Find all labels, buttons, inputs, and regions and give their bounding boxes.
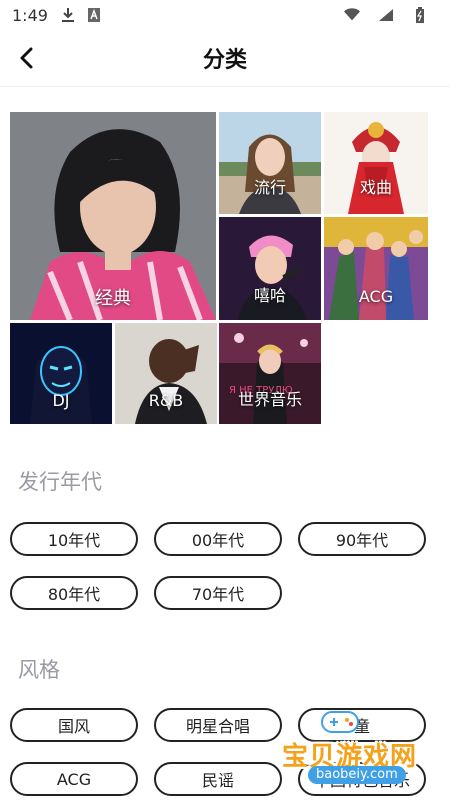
era-chip-70s[interactable]: 70年代: [154, 576, 282, 610]
era-chip-80s[interactable]: 80年代: [10, 576, 138, 610]
category-tile-world-music[interactable]: Я НЕ ТРУЛЮ 世界音乐: [219, 323, 321, 424]
opera-cover-image: [324, 112, 428, 214]
era-chip-10s[interactable]: 10年代: [10, 522, 138, 556]
font-icon: [86, 7, 102, 23]
category-tile-dj[interactable]: DJ: [10, 323, 112, 424]
download-icon: [60, 7, 76, 23]
category-label: DJ: [52, 391, 70, 410]
category-grid: 经典 流行 戏曲 嘻哈 ACG DJ R&B Я НЕ ТРУЛЮ 世界音乐: [10, 112, 428, 424]
category-tile-hiphop[interactable]: 嘻哈: [219, 217, 321, 320]
era-section-title: 发行年代: [18, 470, 102, 494]
style-section-title: 风格: [18, 658, 60, 682]
status-time: 1:49: [12, 5, 48, 25]
category-label: 世界音乐: [237, 390, 302, 409]
style-chip-guofeng[interactable]: 国风: [10, 708, 138, 742]
style-chip-star-duet[interactable]: 明星合唱: [154, 708, 282, 742]
status-bar: 1:49: [0, 0, 450, 30]
category-label: R&B: [148, 391, 184, 410]
category-tile-rnb[interactable]: R&B: [115, 323, 217, 424]
category-tile-classic[interactable]: 经典: [10, 112, 216, 320]
category-tile-acg[interactable]: ACG: [324, 217, 428, 320]
category-tile-pop[interactable]: 流行: [219, 112, 321, 214]
page-title: 分类: [202, 48, 247, 73]
pop-cover-image: [219, 112, 321, 214]
watermark-overlay: 宝贝游戏网 baobeiy.com: [282, 706, 438, 796]
era-chip-90s[interactable]: 90年代: [298, 522, 426, 556]
category-label: 经典: [95, 288, 131, 309]
category-label: 戏曲: [359, 178, 392, 197]
wifi-icon: [344, 7, 360, 23]
category-tile-opera[interactable]: 戏曲: [324, 112, 428, 214]
style-chip-acg[interactable]: ACG: [10, 762, 138, 796]
era-chip-00s[interactable]: 00年代: [154, 522, 282, 556]
back-button[interactable]: [6, 38, 46, 78]
app-header: 分类: [0, 30, 450, 86]
signal-icon: [378, 7, 394, 23]
battery-icon: [412, 7, 428, 23]
header-divider: [0, 86, 450, 87]
chevron-left-icon: [20, 47, 33, 69]
gamepad-icon: [321, 711, 359, 733]
category-label: 流行: [253, 178, 286, 197]
style-chip-folk[interactable]: 民谣: [154, 762, 282, 796]
watermark-url: baobeiy.com: [308, 766, 406, 784]
category-label: ACG: [358, 287, 394, 306]
category-label: 嘻哈: [253, 286, 286, 305]
